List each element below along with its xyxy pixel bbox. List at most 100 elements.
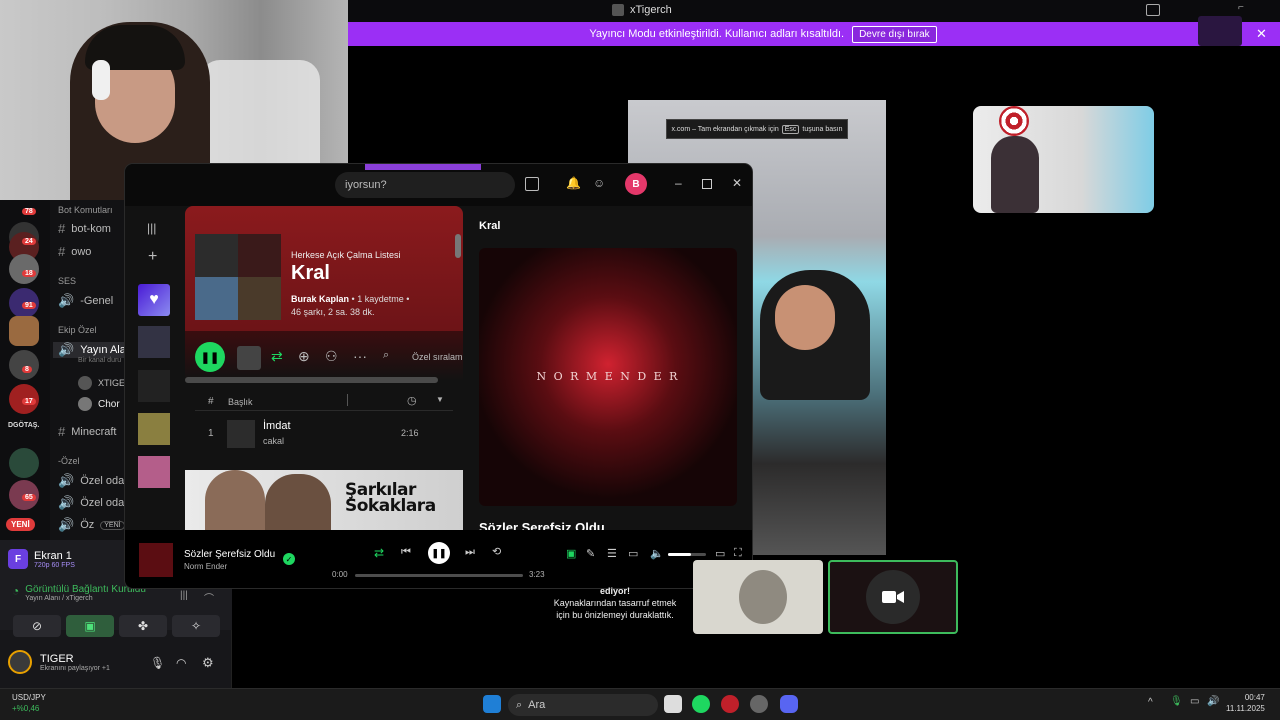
guest-webcam[interactable]: [973, 106, 1154, 213]
voice-member[interactable]: Chor: [78, 397, 120, 411]
search-icon[interactable]: ⌕: [383, 349, 389, 362]
now-playing-title[interactable]: Sözler Şerefsiz Oldu: [479, 520, 605, 530]
category-ses[interactable]: SES: [58, 276, 76, 286]
app-taskbar-icon[interactable]: [750, 695, 768, 713]
maximize-icon[interactable]: [702, 179, 712, 189]
playlist-cover[interactable]: [138, 413, 170, 445]
fullscreen-icon[interactable]: ⛶: [734, 547, 742, 560]
channel-yayin-alani[interactable]: 🔊 Yayın Alanı: [53, 342, 135, 358]
repeat-icon[interactable]: ⟲: [492, 545, 501, 558]
queue-icon[interactable]: ☰: [607, 547, 617, 560]
bell-icon[interactable]: 🔔: [566, 176, 581, 190]
volume-tray-icon[interactable]: 🔊: [1207, 696, 1219, 707]
opera-taskbar-icon[interactable]: [721, 695, 739, 713]
guild-text-icon[interactable]: DGÖTAŞ.: [8, 422, 39, 429]
next-icon[interactable]: ⏭: [465, 546, 475, 559]
headphones-icon[interactable]: ◠: [176, 656, 186, 670]
promo-banner[interactable]: Şarkılar Sokaklara: [185, 470, 463, 530]
progress-bar[interactable]: [355, 574, 523, 577]
close-icon[interactable]: ✕: [732, 176, 742, 190]
horizontal-scrollbar[interactable]: [185, 377, 438, 383]
sort-dropdown[interactable]: Özel sıralam: [412, 352, 463, 362]
chevron-down-icon[interactable]: ▼: [436, 395, 444, 404]
download-icon[interactable]: ⊕: [298, 348, 310, 365]
player-track-artist[interactable]: Norm Ender: [184, 562, 227, 571]
browse-icon[interactable]: [525, 177, 539, 191]
mic-tray-icon[interactable]: 🎙: [1170, 696, 1183, 707]
category-bot[interactable]: Bot Komutları: [58, 205, 113, 215]
camera-off-button[interactable]: ⊘: [13, 615, 61, 637]
channel-owo[interactable]: # owo: [58, 244, 91, 259]
discord-taskbar-icon[interactable]: [780, 695, 798, 713]
gear-icon[interactable]: ⚙: [202, 655, 214, 671]
channel-oda2[interactable]: 🔊 Özel oda 2: [58, 495, 133, 511]
shuffle-icon[interactable]: ⇄: [374, 546, 384, 560]
minimize-icon[interactable]: –: [675, 176, 682, 190]
playlist-cover[interactable]: [138, 326, 170, 358]
minimize-icon[interactable]: ⌐: [1238, 2, 1244, 13]
disconnect-icon[interactable]: ⌒: [204, 590, 214, 605]
clock-icon[interactable]: ◷: [407, 394, 417, 407]
activities-button[interactable]: ✤: [119, 615, 167, 637]
participant-tile[interactable]: [693, 560, 823, 634]
playlist-thumb[interactable]: [237, 346, 261, 370]
avatar[interactable]: B: [625, 173, 647, 195]
mini-player-icon[interactable]: ▭: [715, 547, 725, 560]
liked-songs-heart-icon[interactable]: ♥: [138, 284, 170, 316]
screen-share-icon[interactable]: [1146, 4, 1160, 16]
guild-icon[interactable]: [9, 316, 39, 346]
saved-check-icon[interactable]: ✓: [283, 553, 295, 565]
shuffle-icon[interactable]: ⇄: [271, 348, 283, 365]
playlist-cover[interactable]: [138, 456, 170, 488]
channel-genel[interactable]: 🔊 -Genel: [58, 293, 113, 309]
plus-icon[interactable]: +: [148, 248, 157, 266]
voice-waveform-icon[interactable]: |||: [180, 590, 188, 601]
channel-oda1[interactable]: 🔊 Özel oda 1: [58, 473, 133, 489]
col-title[interactable]: Başlık: [228, 397, 253, 407]
spotify-taskbar-icon[interactable]: [692, 695, 710, 713]
screen-share-tile[interactable]: F Ekran 1 720p 60 FPS: [8, 545, 128, 573]
avatar: [78, 397, 92, 411]
add-user-icon[interactable]: ⚇: [325, 348, 338, 365]
now-playing-header[interactable]: Kral: [479, 220, 500, 232]
channel-bot-kom[interactable]: # bot-kom: [58, 221, 111, 236]
devices-icon[interactable]: ▭: [628, 547, 638, 560]
volume-icon[interactable]: 🔈: [650, 547, 664, 560]
volume-slider[interactable]: [668, 553, 706, 556]
now-playing-view-icon[interactable]: ▣: [566, 547, 576, 560]
pause-button[interactable]: ❚❚: [195, 342, 225, 372]
channel-oda3[interactable]: 🔊 Öz YENİ: [58, 517, 125, 533]
guild-icon[interactable]: [9, 254, 39, 284]
player-track-title[interactable]: Sözler Şerefsiz Oldu: [184, 549, 275, 560]
guild-icon[interactable]: [9, 448, 39, 478]
player-pause-button[interactable]: ❚❚: [428, 542, 450, 564]
system-clock[interactable]: 00:47 11.11.2025: [1226, 692, 1265, 714]
channel-minecraft[interactable]: # Minecraft: [58, 424, 116, 439]
close-banner-icon[interactable]: ✕: [1256, 26, 1267, 42]
friends-icon[interactable]: ☺: [593, 176, 605, 190]
category-ekip[interactable]: Ekip Özel: [58, 325, 97, 335]
guild-icon[interactable]: [9, 350, 39, 380]
playlist-cover[interactable]: [138, 370, 170, 402]
screen-share-button[interactable]: ▣: [66, 615, 114, 637]
disable-streamer-mode-button[interactable]: Devre dışı bırak: [852, 25, 937, 43]
table-row[interactable]: 1 İmdat cakal 2:16: [185, 416, 463, 456]
search-input[interactable]: iyorsun?: [335, 172, 515, 198]
network-icon[interactable]: ▭: [1190, 696, 1199, 707]
voice-member[interactable]: XTIGER: [78, 376, 132, 390]
soundboard-button[interactable]: ✧: [172, 615, 220, 637]
stock-ticker[interactable]: USD/JPY +%0,46: [12, 692, 46, 714]
more-icon[interactable]: ···: [353, 348, 367, 364]
previous-icon[interactable]: ⏮: [401, 546, 411, 559]
library-icon[interactable]: |||: [147, 221, 156, 235]
windows-start-icon[interactable]: [483, 695, 501, 713]
tray-chevron-icon[interactable]: ^: [1148, 697, 1153, 708]
mic-icon[interactable]: 🎙: [150, 656, 165, 670]
lyrics-icon[interactable]: ✎: [586, 547, 595, 560]
scrollbar[interactable]: [455, 234, 461, 258]
category-ozel[interactable]: -Özel: [58, 456, 80, 466]
participant-tile-active[interactable]: [828, 560, 958, 634]
current-user[interactable]: TIGER Ekranını paylaşıyor +1: [8, 650, 110, 674]
taskbar-search[interactable]: ⌕ Ara: [508, 694, 658, 716]
task-view-icon[interactable]: [664, 695, 682, 713]
